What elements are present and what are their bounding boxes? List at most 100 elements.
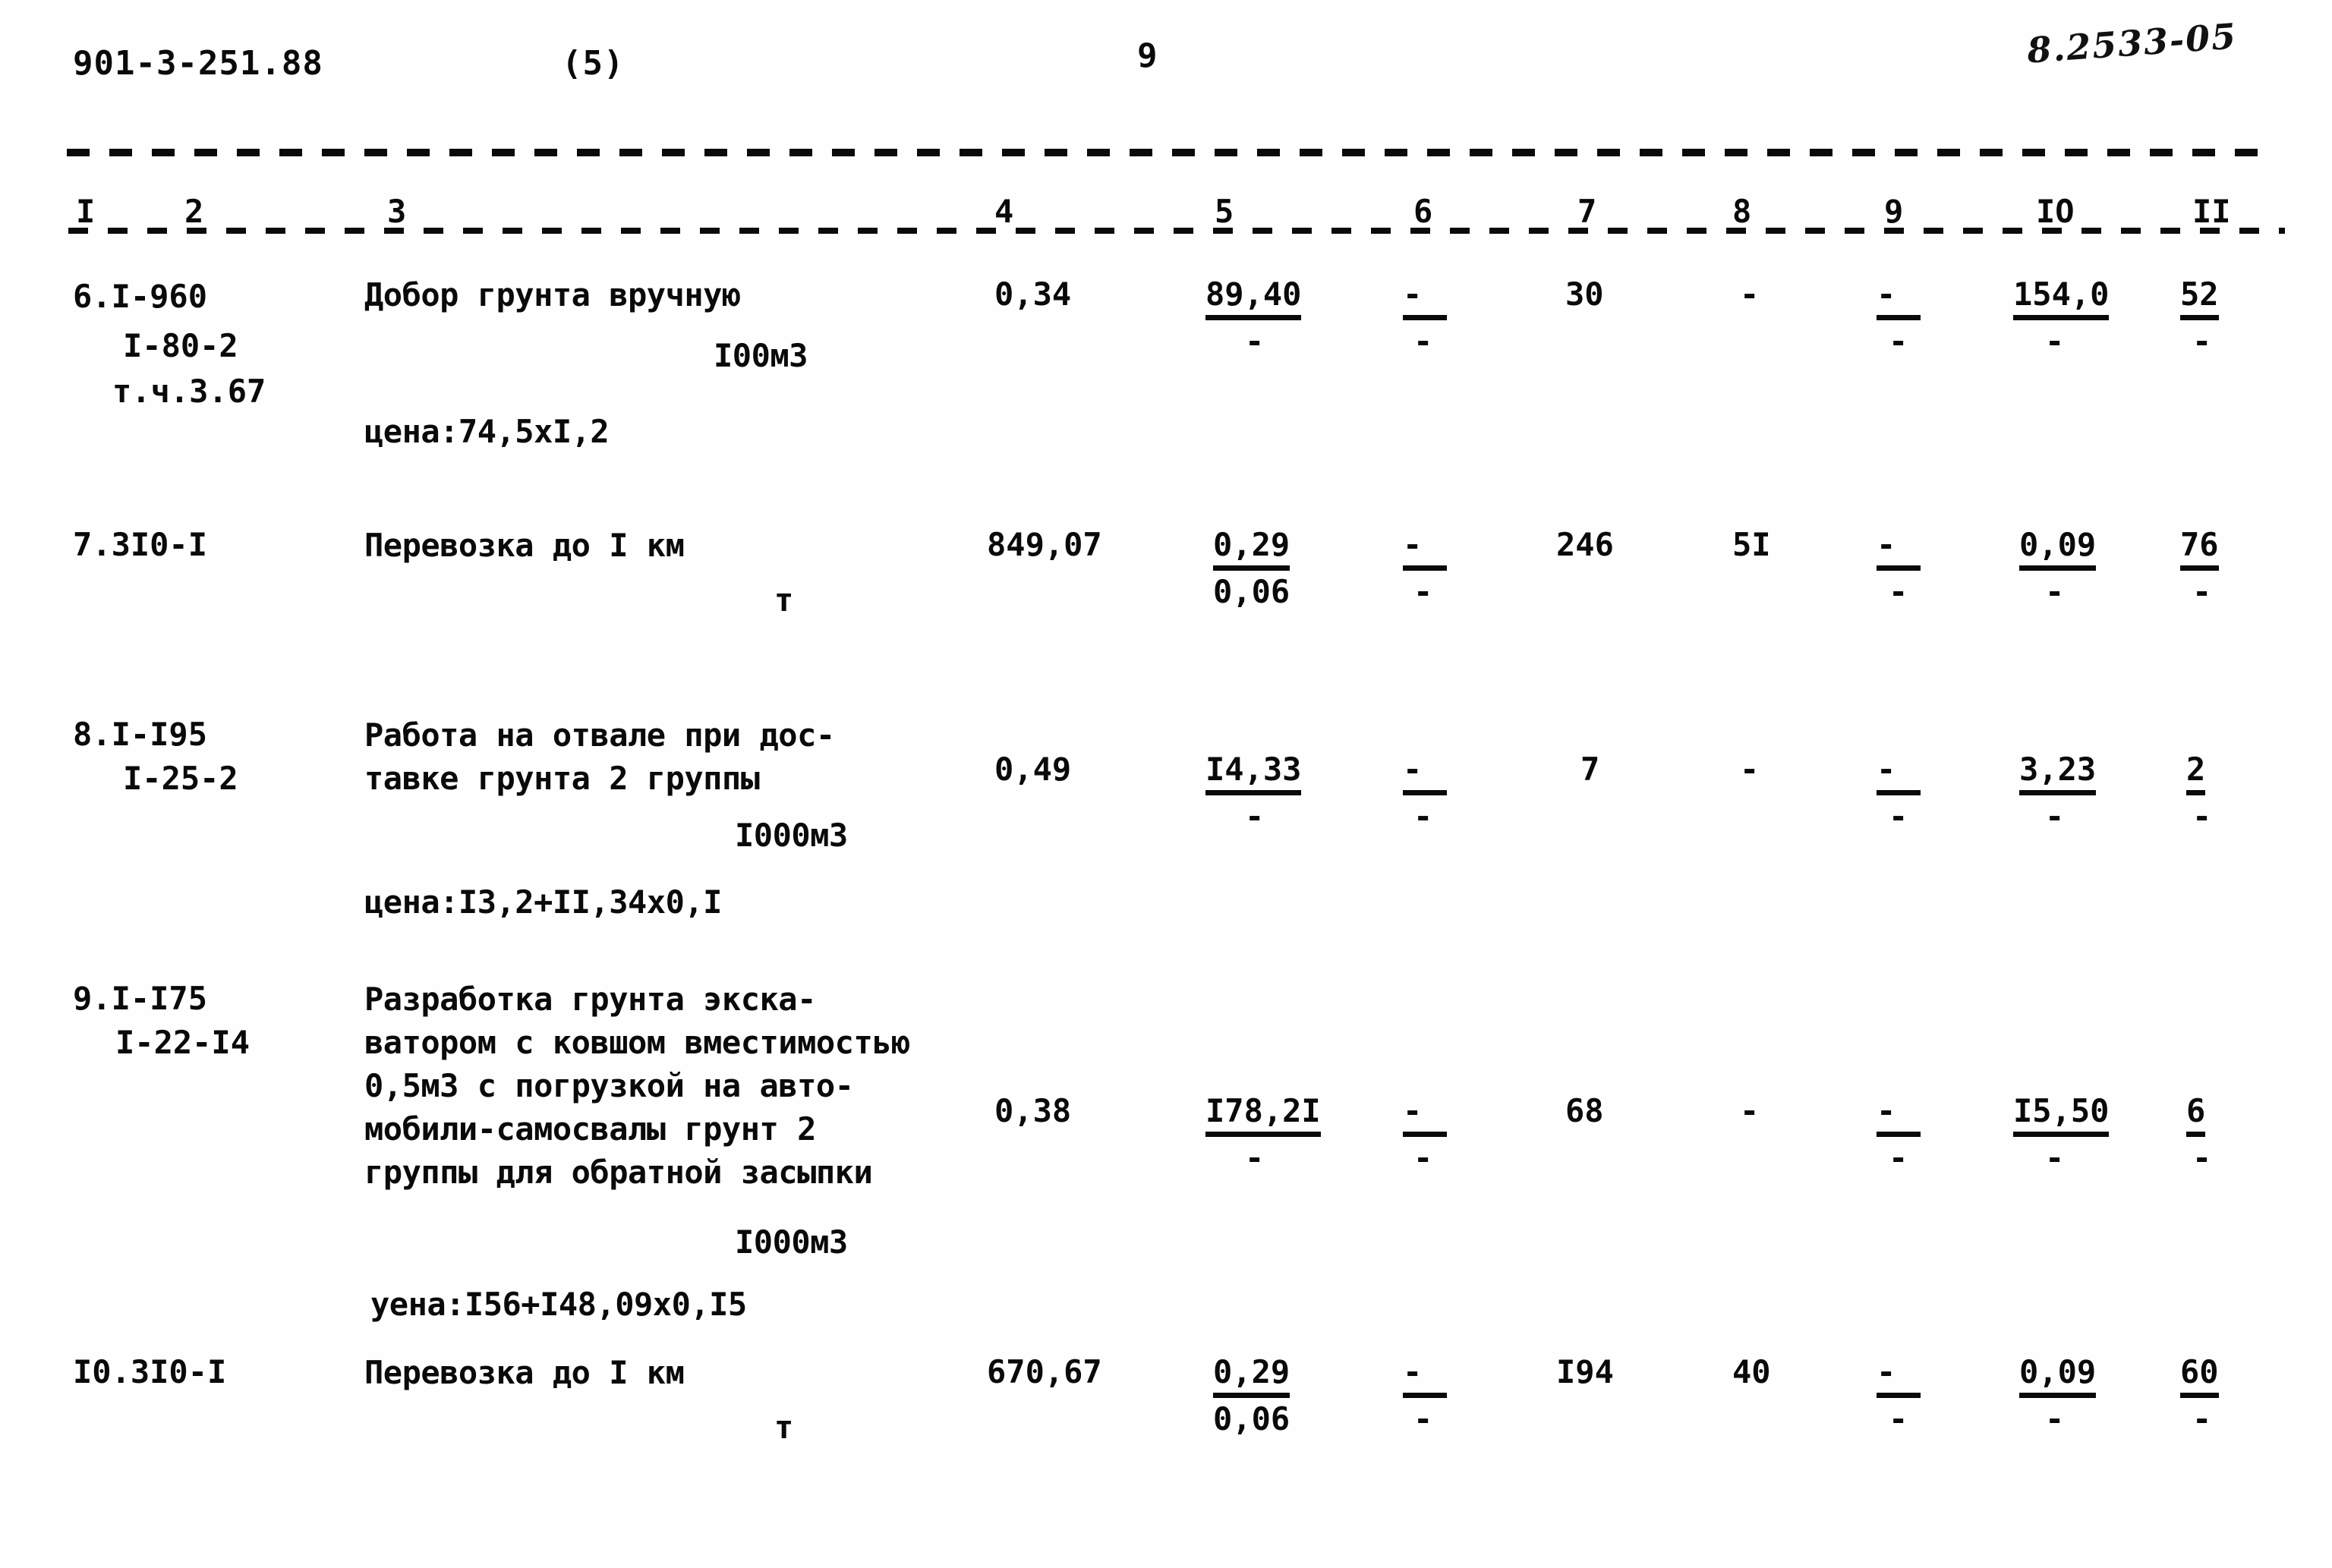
cell-col11-top: 6 (2186, 1091, 2206, 1137)
cell-col11-bottom: - (2192, 323, 2212, 360)
cell-col4: 849,07 (987, 526, 1102, 563)
cell-col9-bottom: - (1889, 798, 1908, 835)
row-description-line: Перевозка до I км (364, 527, 685, 564)
column-number-3: 3 (387, 193, 407, 230)
cell-col6-bottom: - (1413, 798, 1433, 835)
cell-col6-bottom: - (1413, 323, 1433, 360)
handwritten-annotation: 8.2533-05 (2025, 15, 2239, 71)
cell-col5-top: I78,2I (1205, 1091, 1321, 1137)
row-unit: I000м3 (735, 1223, 848, 1261)
cell-col9-top: - (1877, 1091, 1921, 1137)
cell-col10-top: 3,23 (2019, 750, 2097, 795)
cell-col7: 7 (1580, 751, 1600, 788)
cell-col10-bottom: - (2045, 323, 2065, 360)
row-description-line: Добор грунта вручную (364, 276, 741, 313)
row-price-note: цена:I3,2+II,34x0,I (364, 883, 722, 921)
column-number-10: IO (2036, 193, 2075, 230)
cell-col5-top: 0,29 (1213, 1352, 1290, 1398)
cell-col7: 68 (1565, 1092, 1604, 1129)
row-description-line: Работа на отвале при дос- (364, 716, 835, 754)
row-description-line: ватором с ковшом вместимостью (364, 1024, 910, 1061)
page-number: 9 (1137, 36, 1158, 75)
cell-col11-top: 52 (2180, 275, 2219, 320)
cell-col4: 0,49 (994, 751, 1072, 788)
cell-col9-bottom: - (1889, 573, 1908, 610)
cell-col8: - (1740, 1092, 1760, 1129)
cell-col10-top: 0,09 (2019, 1352, 2097, 1398)
cell-col10-bottom: - (2045, 573, 2065, 610)
document-page: 901-3-251.88 (5) 9 8.2533-05 I 2 3 4 5 6… (0, 0, 2332, 1568)
cell-col6-top: - (1403, 275, 1447, 320)
row-code-3: т.ч.3.67 (112, 373, 266, 410)
cell-col11-top: 60 (2180, 1352, 2219, 1398)
column-number-11: II (2192, 193, 2231, 230)
row-position: 7.3I0-I (73, 526, 208, 563)
cell-col5-bottom: 0,06 (1213, 1400, 1290, 1437)
column-number-2: 2 (184, 193, 204, 230)
cell-col5-bottom: - (1245, 323, 1265, 360)
row-description-line: Разработка грунта экска- (364, 981, 816, 1018)
row-code-2: I-80-2 (123, 327, 238, 364)
column-number-5: 5 (1215, 193, 1234, 230)
cell-col6-top: - (1403, 1352, 1447, 1398)
cell-col6-bottom: - (1413, 1400, 1433, 1437)
cell-col5-top: 89,40 (1205, 275, 1302, 320)
row-position: 6.I-960 (73, 278, 208, 315)
row-price-note: уена:I56+I48,09x0,I5 (370, 1286, 747, 1323)
cell-col5-bottom: - (1245, 1139, 1265, 1176)
row-code-2: I-22-I4 (115, 1024, 251, 1061)
cell-col11-bottom: - (2192, 573, 2212, 610)
row-description-line: Перевозка до I км (364, 1354, 685, 1391)
cell-col7: 246 (1556, 526, 1614, 563)
column-number-1: I (76, 193, 96, 230)
cell-col9-top: - (1877, 275, 1921, 320)
row-unit: т (774, 1409, 793, 1446)
column-number-4: 4 (994, 193, 1014, 230)
column-number-8: 8 (1732, 193, 1752, 230)
row-position: 9.I-I75 (73, 980, 208, 1017)
cell-col7: 30 (1565, 276, 1604, 313)
cell-col4: 0,38 (994, 1092, 1072, 1129)
cell-col6-bottom: - (1413, 573, 1433, 610)
cell-col4: 0,34 (994, 276, 1072, 313)
row-unit: I000м3 (735, 817, 848, 854)
cell-col9-top: - (1877, 750, 1921, 795)
cell-col10-top: 0,09 (2019, 525, 2097, 571)
cell-col8: - (1740, 751, 1760, 788)
cell-col10-bottom: - (2045, 798, 2065, 835)
row-position: I0.3I0-I (73, 1353, 227, 1390)
row-unit: I00м3 (714, 337, 808, 374)
cell-col11-bottom: - (2192, 1400, 2212, 1437)
cell-col11-bottom: - (2192, 1139, 2212, 1176)
column-header-divider (68, 228, 2285, 234)
cell-col7: I94 (1556, 1353, 1614, 1390)
cell-col9-top: - (1877, 1352, 1921, 1398)
cell-col9-top: - (1877, 525, 1921, 571)
cell-col6-top: - (1403, 750, 1447, 795)
cell-col10-top: 154,0 (2013, 275, 2110, 320)
cell-col11-top: 2 (2186, 750, 2206, 795)
sheet-marker: (5) (562, 44, 625, 83)
row-description-line: мобили-самосвалы грунт 2 (364, 1110, 816, 1148)
row-code-2: I-25-2 (123, 760, 238, 797)
top-divider (67, 149, 2276, 156)
row-description-line: тавке грунта 2 группы (364, 760, 760, 797)
cell-col9-bottom: - (1889, 1139, 1908, 1176)
cell-col10-bottom: - (2045, 1139, 2065, 1176)
cell-col5-bottom: 0,06 (1213, 573, 1290, 610)
row-description-line: 0,5м3 с погрузкой на авто- (364, 1067, 854, 1104)
cell-col10-bottom: - (2045, 1400, 2065, 1437)
cell-col6-bottom: - (1413, 1139, 1433, 1176)
row-position: 8.I-I95 (73, 716, 208, 753)
cell-col5-top: 0,29 (1213, 525, 1290, 571)
cell-col6-top: - (1403, 525, 1447, 571)
document-code: 901-3-251.88 (73, 44, 323, 83)
cell-col11-top: 76 (2180, 525, 2219, 571)
row-description-line: группы для обратной засыпки (364, 1154, 873, 1191)
column-number-7: 7 (1577, 193, 1597, 230)
cell-col9-bottom: - (1889, 323, 1908, 360)
cell-col8: - (1740, 276, 1760, 313)
cell-col4: 670,67 (987, 1353, 1102, 1390)
column-number-6: 6 (1413, 193, 1433, 230)
cell-col9-bottom: - (1889, 1400, 1908, 1437)
